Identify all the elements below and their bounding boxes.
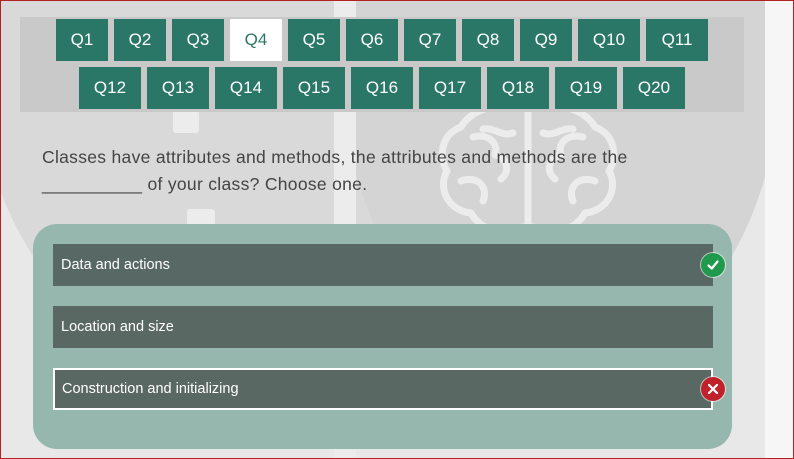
question-button-q14[interactable]: Q14: [215, 67, 277, 109]
scrollbar-gutter: [765, 1, 793, 458]
question-button-q5[interactable]: Q5: [288, 19, 340, 61]
answers-panel: Data and actions Location and size Const…: [33, 224, 732, 449]
question-button-q4[interactable]: Q4: [230, 19, 282, 61]
question-button-q17[interactable]: Q17: [419, 67, 481, 109]
answer-option-3[interactable]: Construction and initializing: [53, 368, 725, 410]
answer-label: Data and actions: [61, 257, 170, 273]
question-button-q3[interactable]: Q3: [172, 19, 224, 61]
question-mark-decoration: [173, 111, 199, 133]
question-line-1: Classes have attributes and methods, the…: [42, 147, 628, 167]
cross-icon: [701, 377, 725, 401]
question-button-q7[interactable]: Q7: [404, 19, 456, 61]
question-line-2: __________ of your class? Choose one.: [42, 174, 368, 194]
quiz-frame: Q1 Q2 Q3 Q4 Q5 Q6 Q7 Q8 Q9 Q10 Q11 Q12 Q…: [0, 0, 794, 459]
question-button-q6[interactable]: Q6: [346, 19, 398, 61]
question-text: Classes have attributes and methods, the…: [42, 144, 702, 198]
question-button-q11[interactable]: Q11: [646, 19, 708, 61]
question-button-q8[interactable]: Q8: [462, 19, 514, 61]
question-button-q15[interactable]: Q15: [283, 67, 345, 109]
question-button-q16[interactable]: Q16: [351, 67, 413, 109]
question-nav-row-1: Q1 Q2 Q3 Q4 Q5 Q6 Q7 Q8 Q9 Q10 Q11: [20, 19, 744, 61]
question-button-q9[interactable]: Q9: [520, 19, 572, 61]
answer-option-1[interactable]: Data and actions: [53, 244, 725, 286]
question-button-q13[interactable]: Q13: [147, 67, 209, 109]
question-button-q18[interactable]: Q18: [487, 67, 549, 109]
answer-option-2[interactable]: Location and size: [53, 306, 713, 348]
check-icon: [701, 253, 725, 277]
question-navigation: Q1 Q2 Q3 Q4 Q5 Q6 Q7 Q8 Q9 Q10 Q11 Q12 Q…: [20, 17, 744, 112]
question-button-q20[interactable]: Q20: [623, 67, 685, 109]
question-button-q19[interactable]: Q19: [555, 67, 617, 109]
question-button-q2[interactable]: Q2: [114, 19, 166, 61]
question-button-q1[interactable]: Q1: [56, 19, 108, 61]
question-nav-row-2: Q12 Q13 Q14 Q15 Q16 Q17 Q18 Q19 Q20: [20, 67, 744, 109]
question-button-q10[interactable]: Q10: [578, 19, 640, 61]
answer-label: Location and size: [61, 319, 174, 335]
answer-label: Construction and initializing: [62, 381, 239, 397]
question-button-q12[interactable]: Q12: [79, 67, 141, 109]
